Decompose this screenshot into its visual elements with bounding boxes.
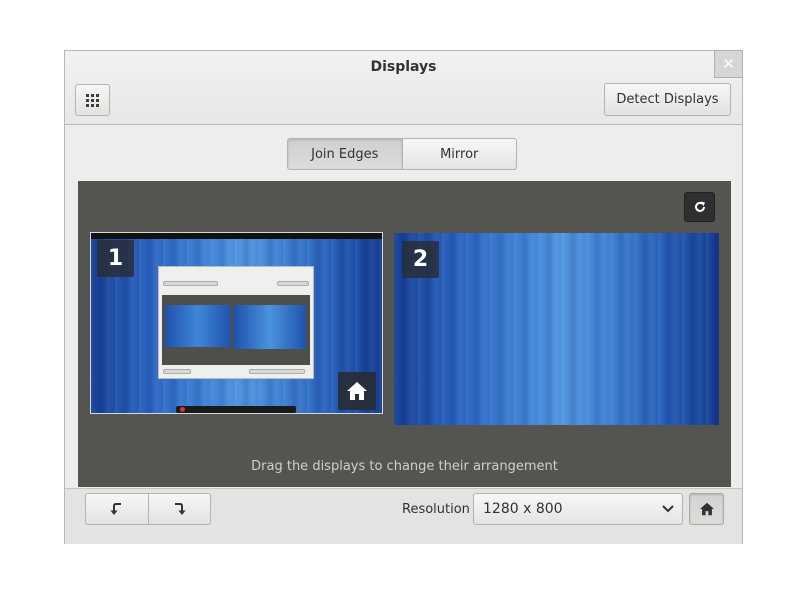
set-primary-button[interactable] — [689, 493, 724, 525]
display-number-badge: 1 — [97, 240, 134, 277]
display-number-badge: 2 — [402, 241, 439, 278]
mirror-button[interactable]: Mirror — [402, 138, 517, 170]
bottom-toolbar: Resolution 1280 x 800 — [65, 488, 742, 544]
mini-top-bar — [91, 233, 382, 239]
resolution-dropdown[interactable]: 1280 x 800 — [473, 493, 683, 525]
home-icon — [699, 502, 714, 516]
notification-bar — [176, 406, 296, 413]
rotate-button[interactable] — [684, 192, 715, 222]
mini-window-thumbnail — [158, 266, 314, 379]
rotate-right-button[interactable] — [148, 493, 211, 525]
arrangement-hint: Drag the displays to change their arrang… — [251, 459, 558, 474]
home-icon — [347, 382, 367, 400]
displays-window: Displays ✕ Detect Displays Join Edges Mi… — [64, 50, 743, 544]
display-2[interactable]: 2 — [394, 233, 719, 425]
rotation-buttons — [85, 493, 211, 525]
resolution-label: Resolution — [402, 502, 470, 517]
display-arrangement-area: 1 2 Drag the displays to change their ar… — [78, 181, 731, 487]
primary-display-badge — [338, 372, 376, 410]
display-1[interactable]: 1 — [90, 232, 383, 414]
header-bar: Displays ✕ Detect Displays — [65, 50, 743, 125]
detect-displays-button[interactable]: Detect Displays — [604, 83, 731, 116]
join-edges-button[interactable]: Join Edges — [287, 138, 403, 170]
rotate-right-icon — [175, 503, 186, 515]
window-title: Displays — [370, 59, 437, 75]
mode-switcher: Join Edges Mirror — [287, 138, 517, 170]
close-button[interactable]: ✕ — [714, 50, 743, 78]
rotate-left-icon — [110, 503, 121, 515]
apps-button[interactable] — [75, 84, 110, 116]
resolution-value: 1280 x 800 — [483, 501, 563, 517]
close-icon: ✕ — [722, 55, 735, 73]
chevron-down-icon — [662, 505, 674, 513]
grid-icon — [86, 93, 99, 107]
refresh-icon — [694, 201, 705, 212]
rotate-left-button[interactable] — [85, 493, 149, 525]
